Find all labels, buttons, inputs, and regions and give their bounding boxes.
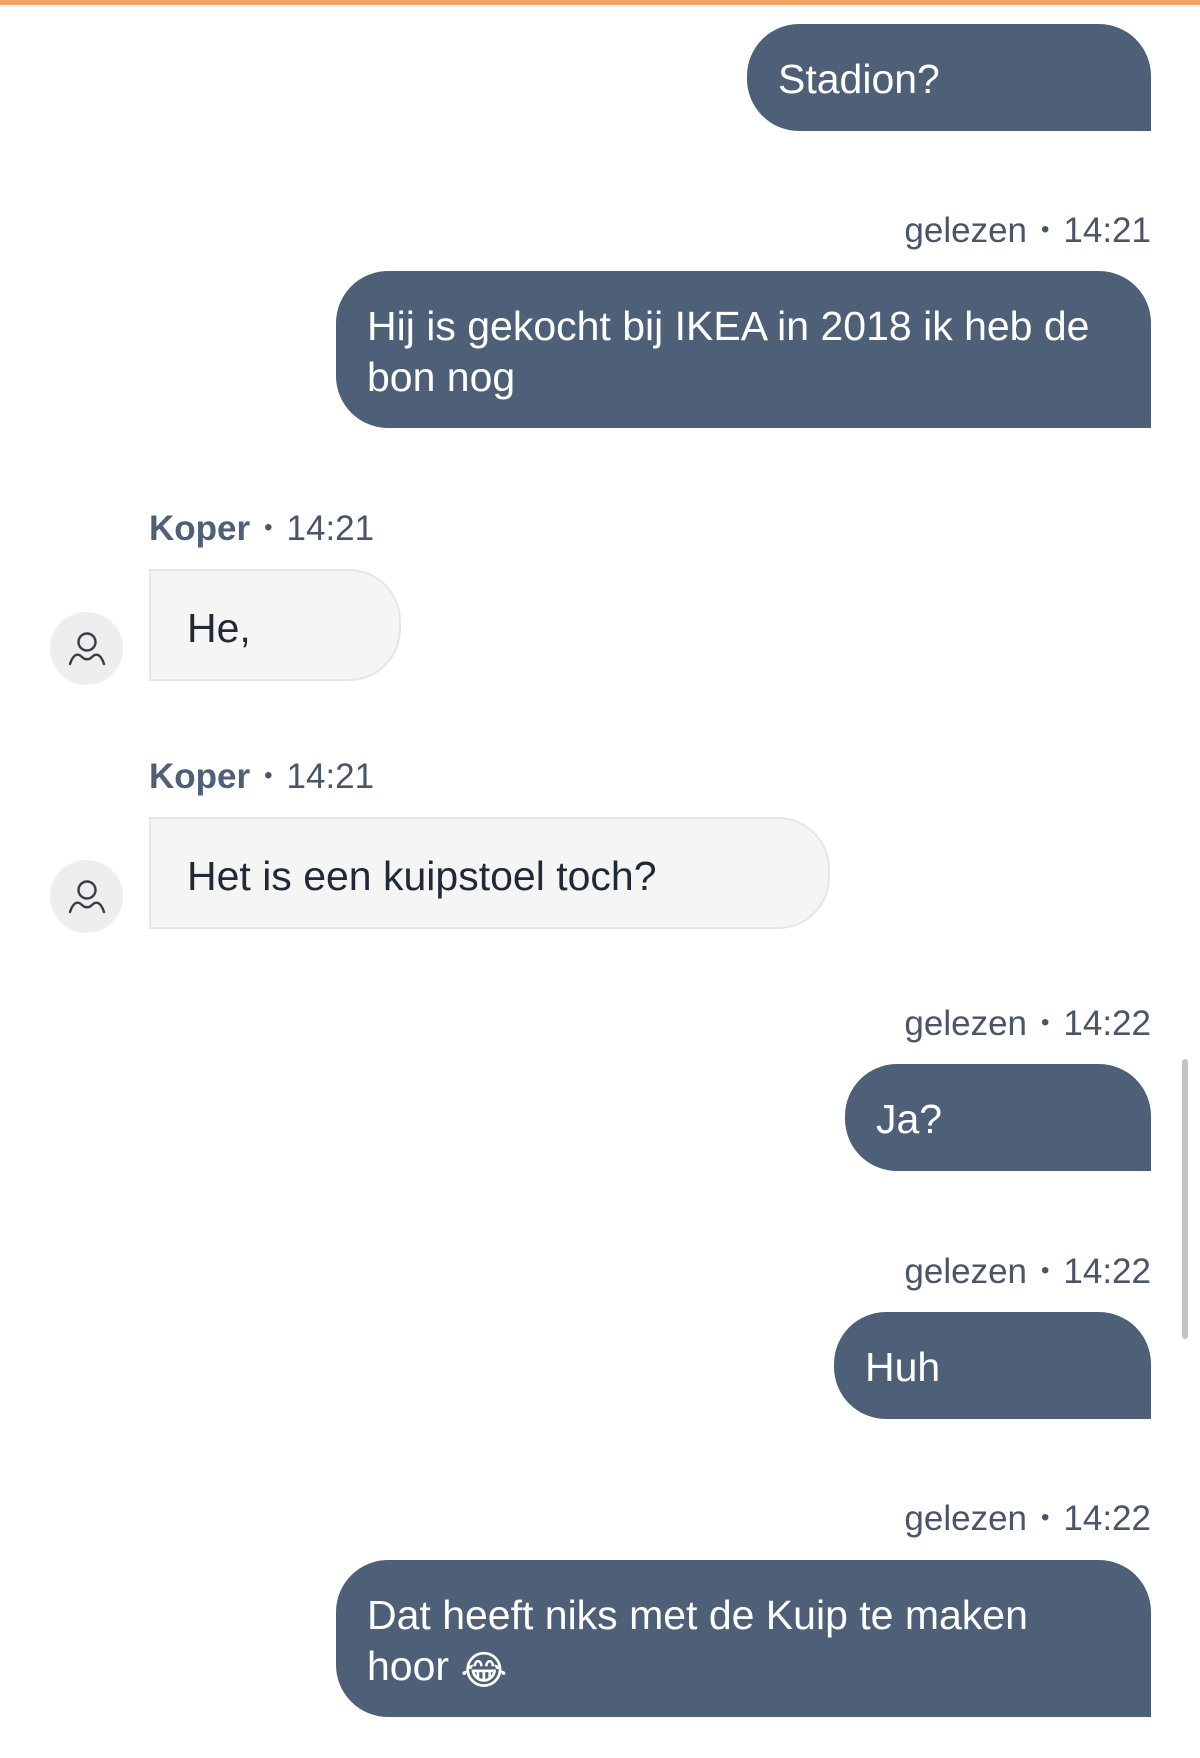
message-meta: gelezen • 14:22 bbox=[904, 1002, 1151, 1045]
top-accent-bar bbox=[0, 0, 1200, 5]
read-status: gelezen bbox=[904, 1252, 1027, 1291]
message-bubble-incoming[interactable]: Het is een kuipstoel toch? bbox=[149, 817, 830, 929]
meta-separator: • bbox=[1041, 1504, 1050, 1531]
message-bubble-outgoing[interactable]: Huh bbox=[834, 1312, 1151, 1419]
message-time: 14:22 bbox=[1063, 1004, 1151, 1043]
meta-separator: • bbox=[1041, 1257, 1050, 1284]
read-status: gelezen bbox=[904, 211, 1027, 250]
user-icon bbox=[68, 879, 105, 913]
message-text: Hij is gekocht bij IKEA in 2018 ik heb d… bbox=[367, 303, 1090, 400]
message-meta: gelezen • 14:22 bbox=[904, 1497, 1151, 1540]
message-bubble-incoming[interactable]: He, bbox=[149, 569, 401, 681]
message-text: Stadion? bbox=[778, 56, 940, 102]
read-status: gelezen bbox=[904, 1004, 1027, 1043]
message-text: Ja? bbox=[876, 1096, 943, 1142]
message-time: 14:22 bbox=[1063, 1499, 1151, 1538]
message-time: 14:22 bbox=[1063, 1252, 1151, 1291]
message-bubble-outgoing[interactable]: Dat heeft niks met de Kuip te maken hoor… bbox=[336, 1560, 1151, 1717]
user-icon bbox=[68, 631, 105, 665]
read-status: gelezen bbox=[904, 1499, 1027, 1538]
message-bubble-outgoing[interactable]: Hij is gekocht bij IKEA in 2018 ik heb d… bbox=[336, 271, 1151, 428]
avatar[interactable] bbox=[50, 612, 123, 685]
meta-separator: • bbox=[1041, 1009, 1050, 1036]
message-meta: gelezen • 14:21 bbox=[904, 209, 1151, 252]
message-meta: Koper • 14:21 bbox=[149, 755, 374, 798]
message-meta: Koper • 14:21 bbox=[149, 507, 374, 550]
message-bubble-outgoing[interactable]: Ja? bbox=[845, 1064, 1151, 1171]
meta-separator: • bbox=[264, 514, 273, 541]
avatar[interactable] bbox=[50, 860, 123, 933]
message-text: Huh bbox=[865, 1344, 941, 1390]
meta-separator: • bbox=[1041, 216, 1050, 243]
message-time: 14:21 bbox=[286, 757, 375, 796]
message-bubble-outgoing[interactable]: Stadion? bbox=[747, 24, 1151, 131]
message-text: He, bbox=[187, 605, 251, 651]
message-meta: gelezen • 14:22 bbox=[904, 1250, 1151, 1293]
message-time: 14:21 bbox=[1063, 211, 1151, 250]
meta-separator: • bbox=[264, 762, 273, 789]
message-text: Het is een kuipstoel toch? bbox=[187, 853, 657, 899]
scrollbar[interactable] bbox=[1182, 1059, 1188, 1339]
sender-name: Koper bbox=[149, 509, 251, 548]
message-time: 14:21 bbox=[286, 509, 375, 548]
laughing-tears-emoji-icon: 😂 bbox=[460, 1648, 508, 1694]
sender-name: Koper bbox=[149, 757, 251, 796]
